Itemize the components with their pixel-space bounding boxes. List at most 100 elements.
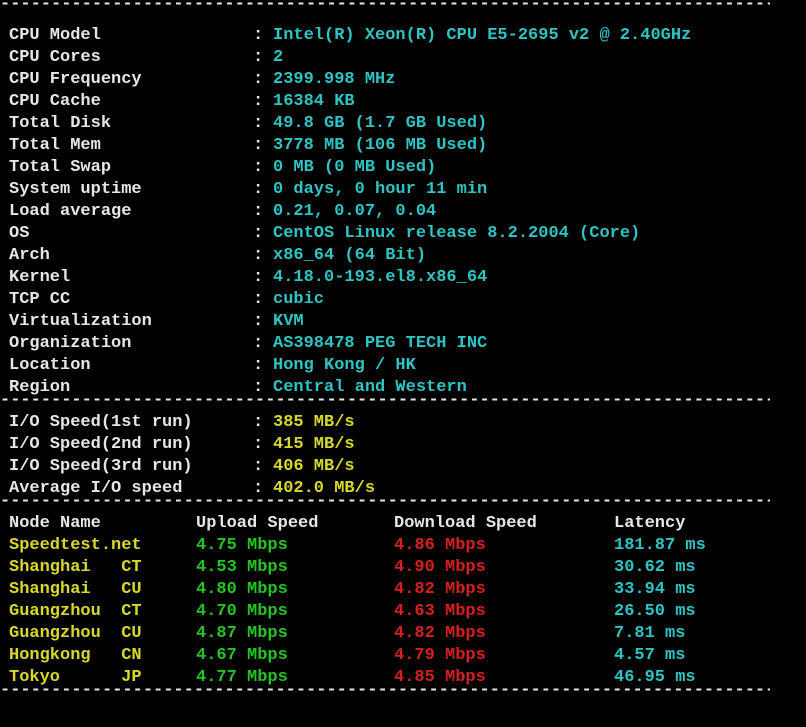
speed-table-row: Guangzhou CU 4.87 Mbps 4.82 Mbps 7.81 ms bbox=[9, 623, 799, 645]
info-separator: : bbox=[253, 202, 264, 221]
info-label: Total Disk bbox=[9, 114, 112, 133]
info-separator: : bbox=[253, 312, 264, 331]
info-value: Intel(R) Xeon(R) CPU E5-2695 v2 @ 2.40GH… bbox=[273, 26, 692, 45]
info-separator: : bbox=[253, 268, 264, 287]
column-header-upload: Upload Speed bbox=[196, 514, 319, 533]
info-separator: : bbox=[253, 334, 264, 353]
column-header-latency: Latency bbox=[614, 514, 686, 533]
info-separator: : bbox=[253, 114, 264, 133]
speed-upload-cell: 4.87 Mbps bbox=[196, 624, 288, 643]
speed-node-cell: Shanghai CT bbox=[9, 558, 142, 577]
info-label: Kernel bbox=[9, 268, 71, 287]
info-label: System uptime bbox=[9, 180, 142, 199]
terminal-output: ----------------------------------------… bbox=[0, 0, 806, 727]
speed-table-header: Node Name Upload Speed Download Speed Laten… bbox=[9, 513, 799, 535]
speed-download-cell: 4.82 Mbps bbox=[394, 624, 486, 643]
speed-latency-cell: 181.87 ms bbox=[614, 536, 706, 555]
info-value: 385 MB/s bbox=[273, 413, 355, 432]
divider-line: ----------------------------------------… bbox=[0, 492, 770, 511]
info-label: Virtualization bbox=[9, 312, 152, 331]
system-info-row: CPU Frequency:2399.998 MHz bbox=[9, 69, 799, 91]
info-separator: : bbox=[253, 158, 264, 177]
system-info-row: Total Mem:3778 MB (106 MB Used) bbox=[9, 135, 799, 157]
system-info-row: Total Swap:0 MB (0 MB Used) bbox=[9, 157, 799, 179]
info-label: CPU Cores bbox=[9, 48, 101, 67]
system-info-row: TCP CC: cubic bbox=[9, 289, 799, 311]
info-value: 0 days, 0 hour 11 min bbox=[273, 180, 488, 199]
info-separator: : bbox=[253, 224, 264, 243]
system-info-row: CPU Cache:16384 KB bbox=[9, 91, 799, 113]
info-value: KVM bbox=[273, 312, 304, 331]
info-value: 16384 KB bbox=[273, 92, 355, 111]
speed-node-cell: Guangzhou CT bbox=[9, 602, 142, 621]
info-value: 0 MB (0 MB Used) bbox=[273, 158, 437, 177]
column-header-download: Download Speed bbox=[394, 514, 537, 533]
system-info-row: CPU Cores:2 bbox=[9, 47, 799, 69]
speed-upload-cell: 4.67 Mbps bbox=[196, 646, 288, 665]
info-label: CPU Frequency bbox=[9, 70, 142, 89]
info-label: I/O Speed(3rd run) bbox=[9, 457, 193, 476]
system-info-row: Organization: AS398478 PEG TECH INC bbox=[9, 333, 799, 355]
system-info-row: Arch: x86_64 (64 Bit) bbox=[9, 245, 799, 267]
speed-upload-cell: 4.53 Mbps bbox=[196, 558, 288, 577]
info-separator: : bbox=[253, 413, 264, 432]
system-info-row: Kernel:4.18.0-193.el8.x86_64 bbox=[9, 267, 799, 289]
speed-table-row: Hongkong CN 4.67 Mbps 4.79 Mbps 4.57 ms bbox=[9, 645, 799, 667]
speed-upload-cell: 4.80 Mbps bbox=[196, 580, 288, 599]
info-value: Hong Kong / HK bbox=[273, 356, 416, 375]
speed-download-cell: 4.90 Mbps bbox=[394, 558, 486, 577]
speed-table-row: Shanghai CU 4.80 Mbps 4.82 Mbps 33.94 ms bbox=[9, 579, 799, 601]
info-label: CPU Cache bbox=[9, 92, 101, 111]
system-info-row: CPU Model: Intel(R) Xeon(R) CPU E5-2695 v… bbox=[9, 25, 799, 47]
info-separator: : bbox=[253, 26, 264, 45]
info-value: CentOS Linux release 8.2.2004 (Core) bbox=[273, 224, 641, 243]
info-label: I/O Speed(1st run) bbox=[9, 413, 193, 432]
info-separator: : bbox=[253, 48, 264, 67]
info-separator: : bbox=[253, 92, 264, 111]
io-info-row: I/O Speed(2nd run):415 MB/s bbox=[9, 434, 799, 456]
speed-latency-cell: 4.57 ms bbox=[614, 646, 686, 665]
divider-line: ----------------------------------------… bbox=[0, 0, 770, 14]
info-label: Arch bbox=[9, 246, 50, 265]
speed-node-cell: Guangzhou CU bbox=[9, 624, 142, 643]
speed-table-row: Speedtest.net 4.75 Mbps 4.86 Mbps 181.87 ms bbox=[9, 535, 799, 557]
info-label: TCP CC bbox=[9, 290, 71, 309]
speed-upload-cell: 4.75 Mbps bbox=[196, 536, 288, 555]
divider-line: ----------------------------------------… bbox=[0, 391, 770, 410]
info-label: Organization bbox=[9, 334, 132, 353]
system-info-row: Location: Hong Kong / HK bbox=[9, 355, 799, 377]
speed-table-row: Guangzhou CT 4.70 Mbps 4.63 Mbps 26.50 ms bbox=[9, 601, 799, 623]
info-label: Total Mem bbox=[9, 136, 101, 155]
divider-line: ----------------------------------------… bbox=[0, 681, 770, 700]
io-info-row: I/O Speed(1st run):385 MB/s bbox=[9, 412, 799, 434]
speed-latency-cell: 33.94 ms bbox=[614, 580, 696, 599]
info-separator: : bbox=[253, 356, 264, 375]
system-info-row: OS: CentOS Linux release 8.2.2004 (Core) bbox=[9, 223, 799, 245]
info-value: 2 bbox=[273, 48, 284, 67]
speed-node-cell: Hongkong CN bbox=[9, 646, 142, 665]
speed-node-cell: Shanghai CU bbox=[9, 580, 142, 599]
info-separator: : bbox=[253, 457, 264, 476]
info-label: Load average bbox=[9, 202, 132, 221]
info-value: 3778 MB (106 MB Used) bbox=[273, 136, 488, 155]
info-separator: : bbox=[253, 290, 264, 309]
info-value: 2399.998 MHz bbox=[273, 70, 396, 89]
speed-upload-cell: 4.70 Mbps bbox=[196, 602, 288, 621]
info-separator: : bbox=[253, 70, 264, 89]
speed-download-cell: 4.63 Mbps bbox=[394, 602, 486, 621]
info-value: cubic bbox=[273, 290, 325, 309]
speed-node-cell: Speedtest.net bbox=[9, 536, 142, 555]
speed-latency-cell: 26.50 ms bbox=[614, 602, 696, 621]
info-value: 406 MB/s bbox=[273, 457, 355, 476]
info-separator: : bbox=[253, 435, 264, 454]
info-separator: : bbox=[253, 180, 264, 199]
speed-latency-cell: 30.62 ms bbox=[614, 558, 696, 577]
speed-download-cell: 4.79 Mbps bbox=[394, 646, 486, 665]
info-value: 0.21, 0.07, 0.04 bbox=[273, 202, 437, 221]
io-info-row: I/O Speed(3rd run):406 MB/s bbox=[9, 456, 799, 478]
info-value: 415 MB/s bbox=[273, 435, 355, 454]
system-info-row: System uptime:0 days, 0 hour 11 min bbox=[9, 179, 799, 201]
speed-table-row: Shanghai CT 4.53 Mbps 4.90 Mbps 30.62 ms bbox=[9, 557, 799, 579]
info-label: Total Swap bbox=[9, 158, 112, 177]
system-info-row: Virtualization: KVM bbox=[9, 311, 799, 333]
